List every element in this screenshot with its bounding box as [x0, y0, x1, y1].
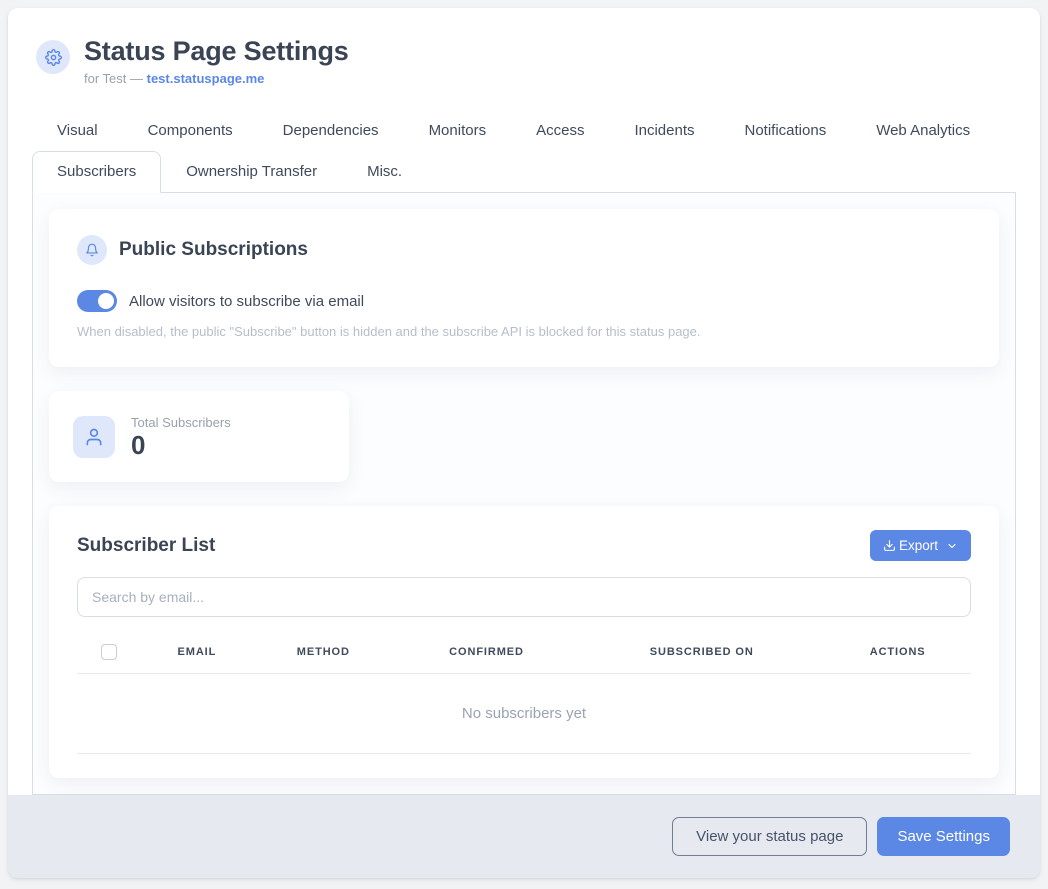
subscribe-toggle-row: Allow visitors to subscribe via email: [77, 290, 971, 312]
page-footer: View your status page Save Settings: [8, 795, 1040, 878]
status-page-link[interactable]: test.statuspage.me: [147, 71, 265, 86]
allow-subscribe-toggle[interactable]: [77, 290, 117, 312]
view-status-page-button[interactable]: View your status page: [672, 817, 867, 856]
download-icon: [883, 539, 896, 552]
tab-access[interactable]: Access: [511, 110, 609, 151]
column-method: Method: [253, 631, 394, 674]
tab-ownership-transfer[interactable]: Ownership Transfer: [161, 151, 342, 192]
save-settings-button[interactable]: Save Settings: [877, 817, 1010, 856]
column-actions: Actions: [824, 631, 971, 674]
user-icon: [73, 416, 115, 458]
tab-web-analytics[interactable]: Web Analytics: [851, 110, 995, 151]
page-subtitle: for Test — test.statuspage.me: [84, 71, 349, 86]
tab-components[interactable]: Components: [123, 110, 258, 151]
page-header: Status Page Settings for Test — test.sta…: [8, 8, 1040, 86]
tab-misc[interactable]: Misc.: [342, 151, 427, 192]
empty-state-row: No subscribers yet: [77, 674, 971, 754]
select-all-checkbox[interactable]: [101, 644, 117, 660]
page-title: Status Page Settings: [84, 36, 349, 67]
total-subscribers-value: 0: [131, 432, 231, 458]
public-subscriptions-header: Public Subscriptions: [77, 235, 971, 265]
tab-monitors[interactable]: Monitors: [404, 110, 512, 151]
select-all-cell: [77, 631, 141, 674]
tab-visual[interactable]: Visual: [32, 110, 123, 151]
page-header-text: Status Page Settings for Test — test.sta…: [84, 36, 349, 86]
export-button[interactable]: Export: [870, 530, 971, 561]
column-subscribed-on: Subscribed On: [579, 631, 824, 674]
total-subscribers-label: Total Subscribers: [131, 415, 231, 430]
tab-notifications[interactable]: Notifications: [720, 110, 852, 151]
subscriber-list-card: Subscriber List Export: [49, 506, 999, 778]
column-email: Email: [141, 631, 253, 674]
subscribe-helper-text: When disabled, the public "Subscribe" bu…: [77, 324, 971, 339]
settings-page-card: Status Page Settings for Test — test.sta…: [8, 8, 1040, 878]
subscribers-tab-panel: Public Subscriptions Allow visitors to s…: [32, 192, 1016, 795]
chevron-down-icon: [946, 540, 958, 552]
tabs-row-2: Subscribers Ownership Transfer Misc.: [32, 151, 1016, 192]
column-confirmed: Confirmed: [394, 631, 579, 674]
search-input[interactable]: [77, 577, 971, 617]
total-subscribers-card: Total Subscribers 0: [49, 391, 349, 482]
bell-icon: [77, 235, 107, 265]
subscriber-list-title: Subscriber List: [77, 535, 215, 557]
tab-subscribers[interactable]: Subscribers: [32, 151, 161, 193]
export-button-label: Export: [899, 538, 938, 553]
tab-dependencies[interactable]: Dependencies: [258, 110, 404, 151]
empty-state-text: No subscribers yet: [77, 674, 971, 754]
gear-icon: [36, 40, 70, 74]
subscriber-table: Email Method Confirmed Subscribed On Act…: [77, 631, 971, 754]
subscriber-table-header-row: Email Method Confirmed Subscribed On Act…: [77, 631, 971, 674]
total-subscribers-text: Total Subscribers 0: [131, 415, 231, 458]
subtitle-prefix: for Test —: [84, 71, 147, 86]
subscriber-list-header: Subscriber List Export: [77, 530, 971, 561]
public-subscriptions-card: Public Subscriptions Allow visitors to s…: [49, 209, 999, 367]
tabs-row-1: Visual Components Dependencies Monitors …: [32, 110, 1016, 151]
tab-incidents[interactable]: Incidents: [609, 110, 719, 151]
public-subscriptions-title: Public Subscriptions: [119, 239, 308, 261]
allow-subscribe-label: Allow visitors to subscribe via email: [129, 293, 364, 310]
settings-tabs: Visual Components Dependencies Monitors …: [32, 110, 1016, 192]
